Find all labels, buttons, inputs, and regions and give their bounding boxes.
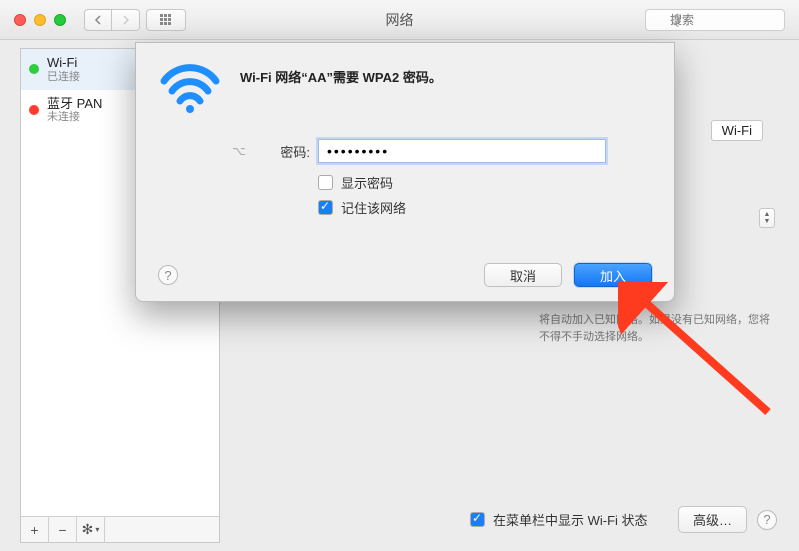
chevron-right-icon [122, 15, 130, 25]
close-window[interactable] [14, 14, 26, 26]
password-input[interactable] [318, 139, 606, 163]
remember-network-label: 记住该网络 [341, 198, 406, 217]
interface-actions-button[interactable]: ✻ [77, 517, 105, 543]
dialog-title: Wi-Fi 网络“AA”需要 WPA2 密码。 [240, 67, 442, 113]
back-button[interactable] [84, 9, 112, 31]
remove-interface-button[interactable]: − [49, 517, 77, 543]
grid-icon [160, 14, 172, 26]
chevron-down-icon: ▼ [764, 218, 771, 225]
password-row: 密码: ⌥ [254, 139, 652, 163]
search-input[interactable] [645, 9, 785, 31]
chevron-left-icon [94, 15, 102, 25]
wifi-password-dialog: Wi-Fi 网络“AA”需要 WPA2 密码。 密码: ⌥ 显示密码 记住该网络 [135, 42, 675, 302]
checkbox-checked-icon[interactable] [318, 200, 333, 215]
forward-button[interactable] [112, 9, 140, 31]
minimize-window[interactable] [34, 14, 46, 26]
sidebar-item-status: 未连接 [47, 111, 102, 124]
auto-join-description: 将自动加入已知网络。如果没有已知网络，您将不得不手动选择网络。 [539, 312, 773, 345]
password-label: 密码: [254, 142, 310, 161]
checkbox-empty-icon[interactable] [318, 175, 333, 190]
sidebar-footer: + − ✻ [21, 516, 219, 542]
wifi-icon [158, 61, 222, 113]
search-field-wrap: Q [645, 9, 785, 31]
sidebar-item-label: Wi-Fi [47, 55, 80, 71]
wifi-toggle-row: Wi-Fi [711, 120, 763, 141]
show-password-checkbox[interactable]: 显示密码 [318, 173, 652, 192]
zoom-window[interactable] [54, 14, 66, 26]
wifi-toggle-label: Wi-Fi [711, 120, 763, 141]
search-icon: Q [671, 13, 680, 27]
show-all-button[interactable] [146, 9, 186, 31]
titlebar: 网络 Q [0, 0, 799, 40]
chevron-up-icon: ▲ [764, 211, 771, 218]
window-controls [0, 14, 66, 26]
sidebar-item-status: 已连接 [47, 71, 80, 84]
status-dot-icon [29, 105, 39, 115]
menubar-status-checkbox-row[interactable]: 在菜单栏中显示 Wi-Fi 状态 [470, 510, 648, 529]
menubar-status-label: 在菜单栏中显示 Wi-Fi 状态 [493, 510, 648, 529]
checkbox-checked-icon[interactable] [470, 512, 485, 527]
join-button[interactable]: 加入 [574, 263, 652, 287]
status-dot-icon [29, 64, 39, 74]
help-button[interactable]: ? [757, 510, 777, 530]
keychain-icon[interactable]: ⌥ [232, 144, 246, 158]
sidebar-item-label: 蓝牙 PAN [47, 96, 102, 112]
remember-network-checkbox[interactable]: 记住该网络 [318, 198, 652, 217]
cancel-button[interactable]: 取消 [484, 263, 562, 287]
network-select-stepper[interactable]: ▲ ▼ [759, 208, 775, 228]
add-interface-button[interactable]: + [21, 517, 49, 543]
show-password-label: 显示密码 [341, 173, 393, 192]
advanced-button[interactable]: 高级… [678, 506, 747, 533]
dialog-help-button[interactable]: ? [158, 265, 178, 285]
